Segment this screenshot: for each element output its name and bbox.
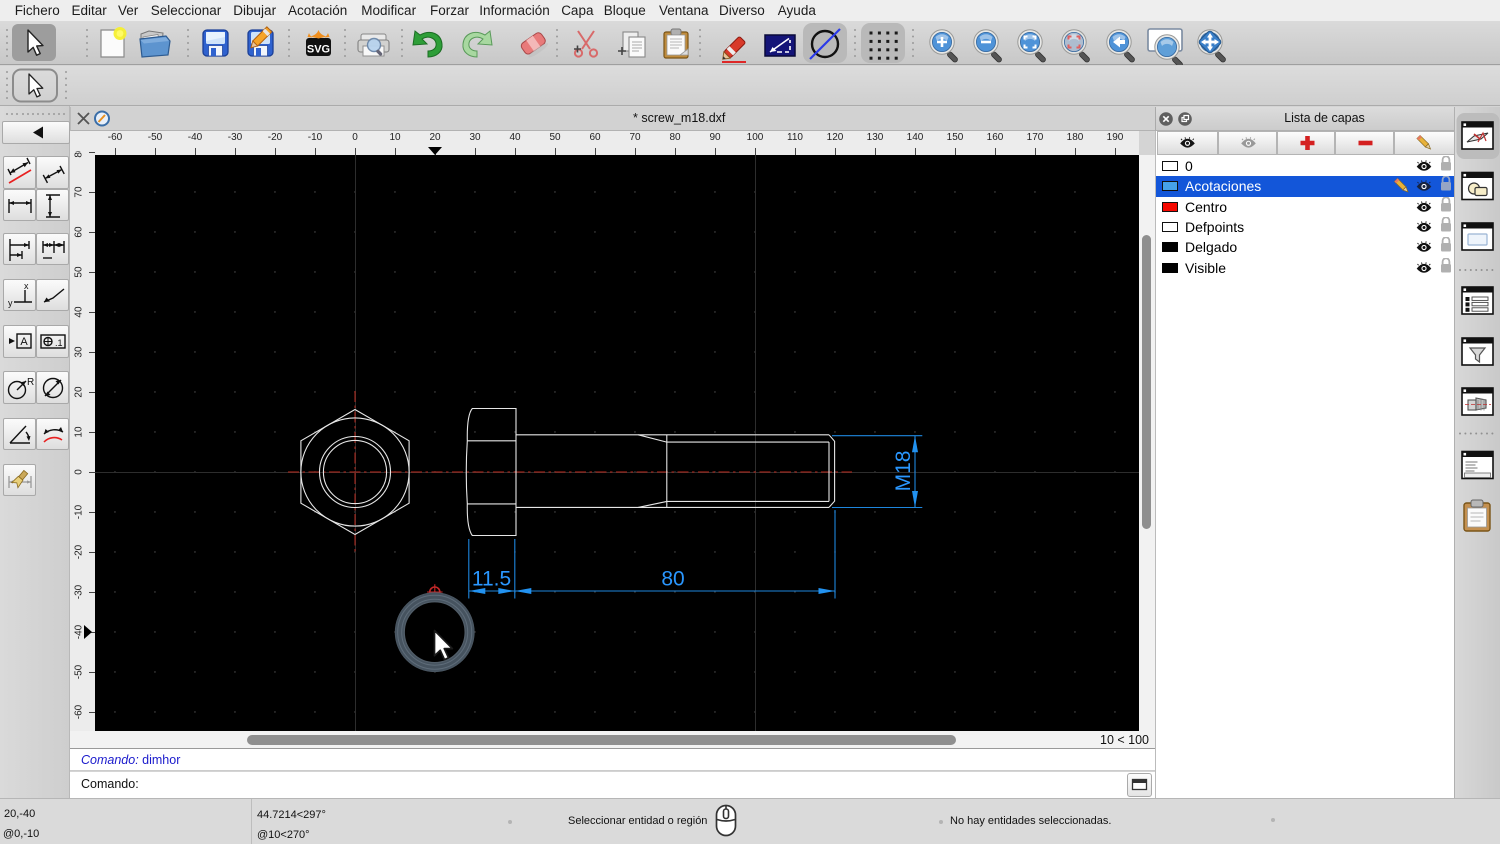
svg-text:SVG: SVG <box>307 44 330 56</box>
svg-text:R: R <box>27 377 34 388</box>
svg-text:80: 80 <box>661 568 684 591</box>
svg-text:x: x <box>24 281 29 291</box>
svg-text:y: y <box>8 298 13 308</box>
svg-text:A: A <box>20 336 28 348</box>
svg-text:M18: M18 <box>892 451 915 492</box>
svg-text:11.5: 11.5 <box>472 568 511 591</box>
svg-text:.1: .1 <box>55 338 63 348</box>
